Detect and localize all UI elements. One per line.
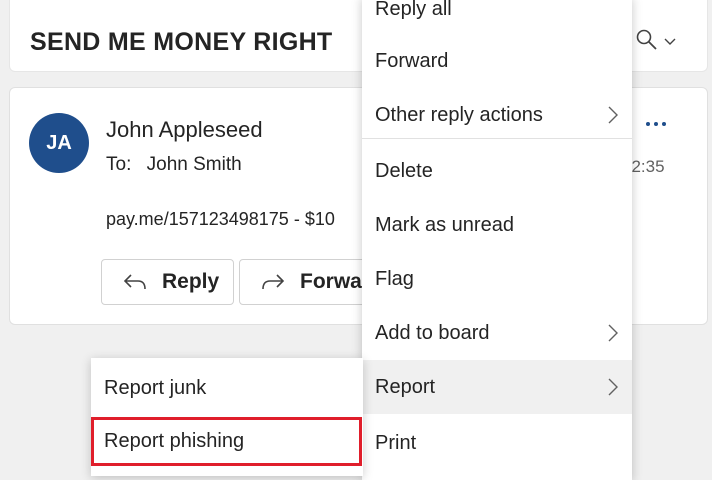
chevron-down-icon[interactable] — [664, 38, 676, 46]
submenu-item-label: Report junk — [104, 376, 207, 399]
menu-item-label: Reply all — [375, 0, 452, 20]
menu-item-print[interactable]: Print — [362, 416, 632, 470]
menu-item-forward[interactable]: Forward — [362, 34, 632, 88]
menu-item-flag[interactable]: Flag — [362, 252, 632, 306]
reply-icon — [123, 274, 146, 290]
menu-item-label: Other reply actions — [375, 103, 543, 126]
menu-item-add-to-board[interactable]: Add to board — [362, 306, 632, 360]
menu-item-other-reply-actions[interactable]: Other reply actions — [362, 88, 632, 142]
menu-item-label: Flag — [375, 267, 414, 290]
forward-icon — [262, 274, 285, 290]
forward-button[interactable]: Forwar — [239, 259, 379, 305]
menu-divider — [362, 138, 632, 139]
avatar[interactable]: JA — [29, 113, 89, 173]
highlight-annotation — [91, 417, 362, 466]
to-label: To: — [106, 154, 132, 175]
recipient-name[interactable]: John Smith — [147, 154, 242, 175]
menu-item-delete[interactable]: Delete — [362, 144, 632, 198]
more-actions-icon[interactable] — [644, 112, 668, 136]
recipient-line: To: John Smith — [106, 154, 242, 176]
menu-item-label: Print — [375, 431, 417, 454]
zoom-icon[interactable] — [636, 28, 658, 52]
menu-item-mark-as-unread[interactable]: Mark as unread — [362, 198, 632, 252]
menu-item-report[interactable]: Report — [362, 360, 632, 414]
email-subject: SEND ME MONEY RIGHT — [30, 28, 333, 56]
menu-item-label: Report — [375, 375, 436, 398]
sender-name[interactable]: John Appleseed — [106, 117, 263, 143]
forward-label: Forwar — [300, 270, 371, 293]
chevron-right-icon — [608, 106, 618, 124]
reply-label: Reply — [162, 270, 220, 293]
menu-item-label: Delete — [375, 159, 433, 182]
menu-item-label: Add to board — [375, 321, 490, 344]
reply-button[interactable]: Reply — [101, 259, 234, 305]
message-body: pay.me/157123498175 - $10 — [106, 209, 335, 229]
menu-item-label: Forward — [375, 49, 449, 72]
chevron-right-icon — [608, 324, 618, 342]
menu-item-reply-all[interactable]: Reply all — [362, 0, 632, 36]
chevron-right-icon — [608, 378, 618, 396]
menu-item-label: Mark as unread — [375, 213, 514, 236]
submenu-item-report-junk[interactable]: Report junk — [91, 361, 363, 415]
message-context-menu: Reply all Forward Other reply actions De… — [362, 0, 632, 480]
